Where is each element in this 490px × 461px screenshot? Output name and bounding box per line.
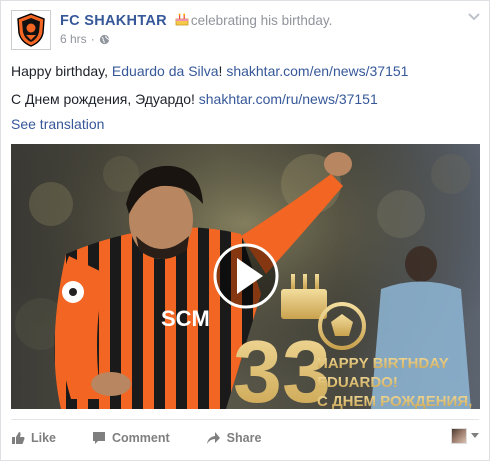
video-player[interactable]: SCM 33 HAPPY BIRTHDAY EDUARDO! С ДНЕМ РО… <box>11 144 480 409</box>
timestamp[interactable]: 6 hrs <box>60 32 87 46</box>
news-link-en[interactable]: shakhtar.com/en/news/37151 <box>226 63 408 79</box>
caret-down-icon <box>471 433 479 438</box>
text-segment: С Днем рождения, Эдуардо! <box>11 91 199 107</box>
play-icon[interactable] <box>213 243 279 309</box>
text-segment: Happy birthday, <box>11 63 112 79</box>
post-card: FC SHAKHTAR celebrating his birthday. 6 … <box>0 0 490 461</box>
post-header: FC SHAKHTAR celebrating his birthday. 6 … <box>11 10 481 50</box>
activity-text: celebrating his birthday. <box>190 13 333 28</box>
post-as-selector[interactable] <box>451 428 479 444</box>
page-avatar[interactable] <box>11 10 51 50</box>
action-bar: Like Comment Share <box>11 419 479 455</box>
page-name-link[interactable]: FC SHAKHTAR <box>60 13 167 29</box>
post-meta: 6 hrs · <box>60 32 110 46</box>
like-label: Like <box>31 430 57 445</box>
person-link[interactable]: Eduardo da Silva <box>112 63 219 79</box>
shakhtar-crest-icon <box>17 13 45 47</box>
sponsor-text: SCM <box>161 306 210 331</box>
share-button[interactable]: Share <box>206 430 262 445</box>
share-icon <box>206 431 220 444</box>
news-link-ru[interactable]: shakhtar.com/ru/news/37151 <box>199 91 378 107</box>
share-label: Share <box>226 430 262 445</box>
comment-label: Comment <box>112 430 170 445</box>
thumbs-up-icon <box>12 431 25 444</box>
post-body: Happy birthday, Eduardo da Silva! shakht… <box>11 62 479 118</box>
header-title: FC SHAKHTAR celebrating his birthday. <box>60 11 459 30</box>
graphic-line-3: С ДНЕМ РОЖДЕНИЯ, <box>317 393 472 409</box>
globe-icon[interactable] <box>99 34 110 45</box>
comment-button[interactable]: Comment <box>92 431 170 445</box>
see-translation-link[interactable]: See translation <box>11 116 104 132</box>
post-line-english: Happy birthday, Eduardo da Silva! shakht… <box>11 62 479 80</box>
graphic-line-1: HAPPY BIRTHDAY <box>317 355 449 372</box>
birthday-cake-icon <box>175 12 189 26</box>
video-thumbnail: SCM 33 HAPPY BIRTHDAY EDUARDO! С ДНЕМ РО… <box>11 144 480 409</box>
viewer-avatar <box>451 428 467 444</box>
post-line-russian: С Днем рождения, Эдуардо! shakhtar.com/r… <box>11 90 479 108</box>
like-button[interactable]: Like <box>11 431 56 445</box>
graphic-line-2: EDUARDO! <box>317 374 398 391</box>
comment-icon <box>93 431 106 444</box>
chevron-down-icon[interactable] <box>467 12 481 22</box>
meta-separator: · <box>90 32 95 46</box>
